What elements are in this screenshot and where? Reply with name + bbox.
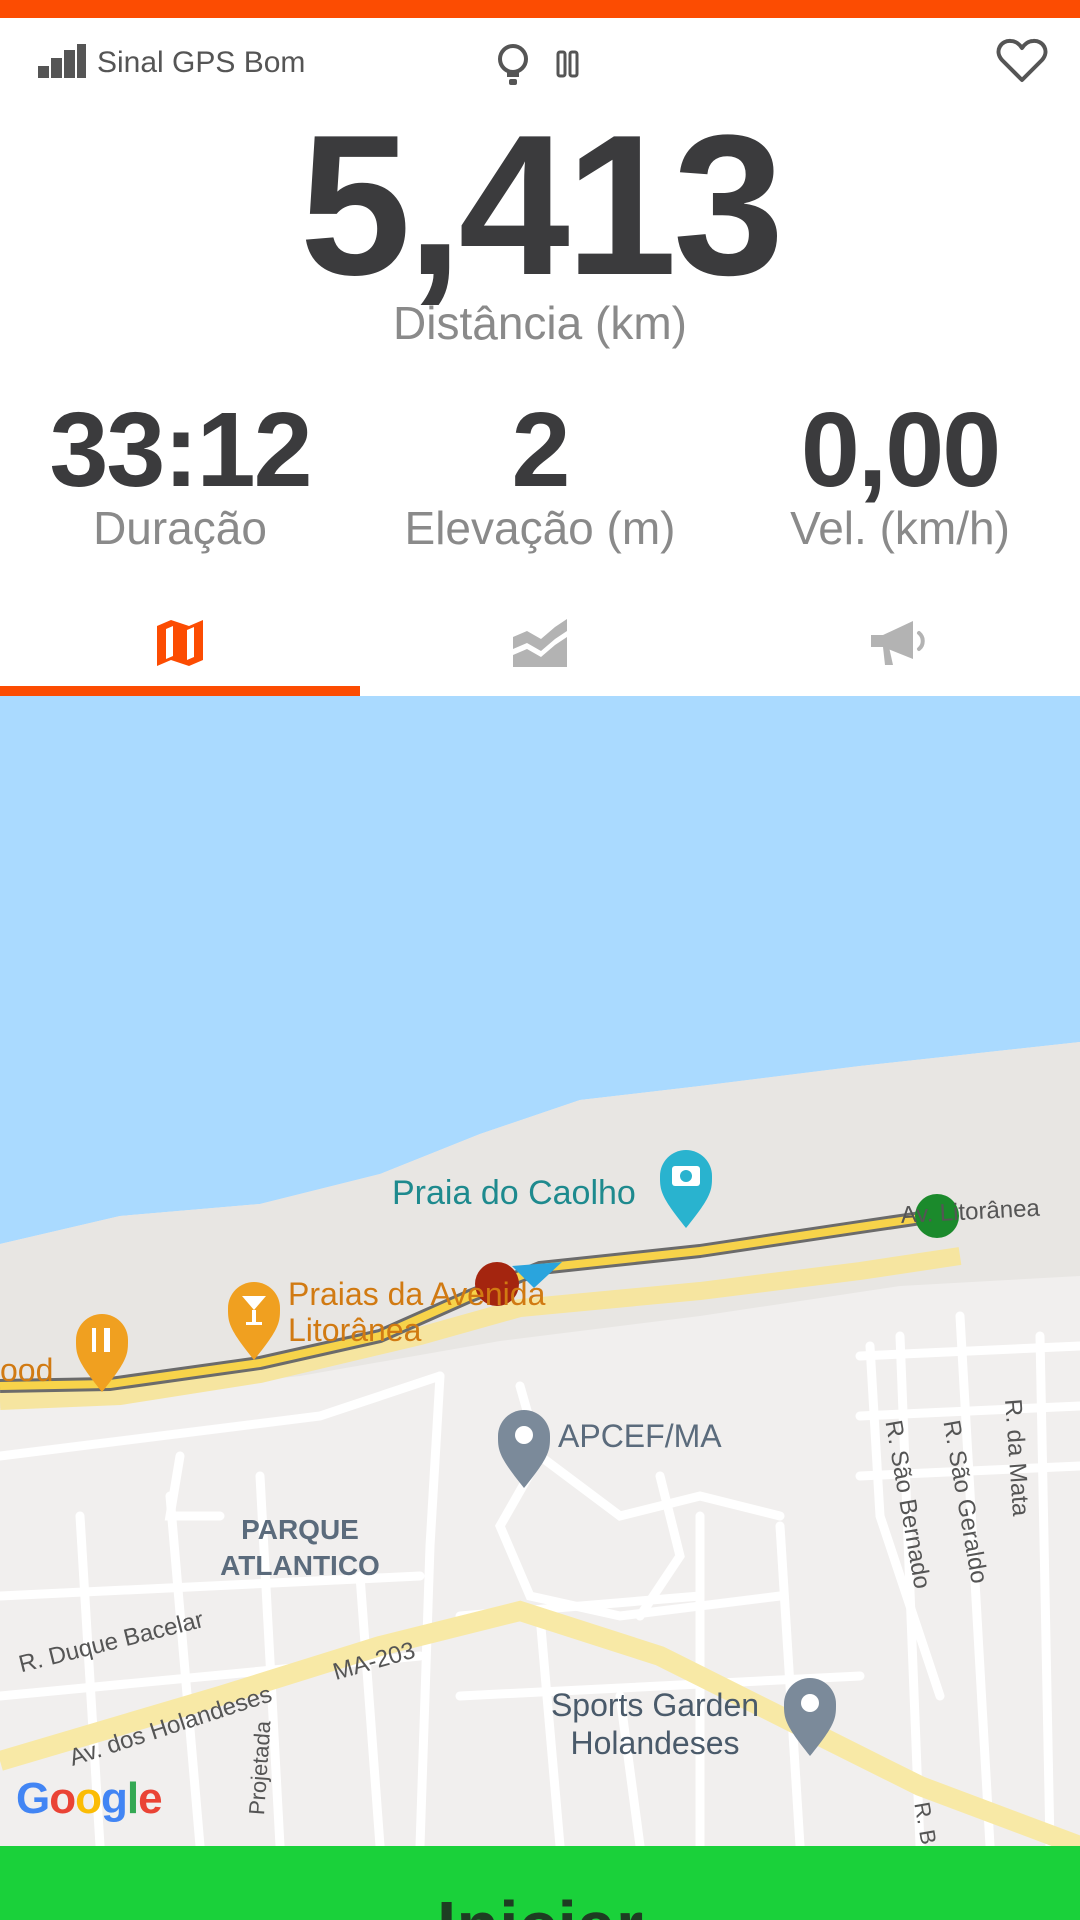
google-logo: Google bbox=[16, 1774, 163, 1823]
active-tab-indicator bbox=[0, 686, 360, 696]
map-label-apcef: APCEF/MA bbox=[558, 1418, 722, 1454]
map-label-food: ood bbox=[0, 1352, 54, 1388]
duration-stat: 33:12 Duração bbox=[0, 395, 360, 555]
route-map[interactable]: Praia do Caolho Praias da Avenida Litorâ… bbox=[0, 696, 1080, 1846]
area-chart-icon bbox=[513, 619, 567, 667]
tab-audio-cues[interactable] bbox=[720, 590, 1080, 696]
map-label-sports-garden: Sports Garden Holandeses bbox=[550, 1687, 760, 1761]
lightbulb-icon[interactable] bbox=[496, 42, 530, 90]
heart-icon[interactable] bbox=[996, 38, 1048, 84]
speed-value: 0,00 bbox=[800, 391, 1001, 509]
map-label-praias-avenida: Praias da Avenida Litorânea bbox=[288, 1276, 546, 1348]
distance-label: Distância (km) bbox=[393, 297, 687, 349]
start-button[interactable]: Iniciar bbox=[0, 1846, 1080, 1920]
map-icon bbox=[157, 620, 203, 666]
gps-signal-text: Sinal GPS Bom bbox=[97, 46, 306, 79]
tab-bar bbox=[0, 590, 1080, 696]
megaphone-icon bbox=[871, 621, 925, 665]
elevation-value: 2 bbox=[511, 391, 571, 509]
tab-chart[interactable] bbox=[360, 590, 720, 696]
map-label-parque-atlantico: PARQUE ATLANTICO bbox=[220, 1514, 380, 1581]
top-accent-bar bbox=[0, 0, 1080, 18]
elevation-label: Elevação (m) bbox=[404, 502, 676, 554]
pause-icon[interactable] bbox=[556, 48, 580, 84]
signal-bars-icon bbox=[38, 44, 86, 78]
elevation-stat: 2 Elevação (m) bbox=[360, 395, 720, 555]
speed-stat: 0,00 Vel. (km/h) bbox=[720, 395, 1080, 555]
tab-map[interactable] bbox=[0, 590, 360, 696]
map-canvas bbox=[0, 696, 1080, 1846]
speed-label: Vel. (km/h) bbox=[790, 502, 1010, 554]
duration-value: 33:12 bbox=[49, 391, 312, 509]
duration-label: Duração bbox=[93, 502, 267, 554]
map-label-praia-caolho: Praia do Caolho bbox=[392, 1174, 636, 1212]
distance-value: 5,413 bbox=[299, 94, 785, 317]
start-button-label: Iniciar bbox=[0, 1886, 1080, 1920]
